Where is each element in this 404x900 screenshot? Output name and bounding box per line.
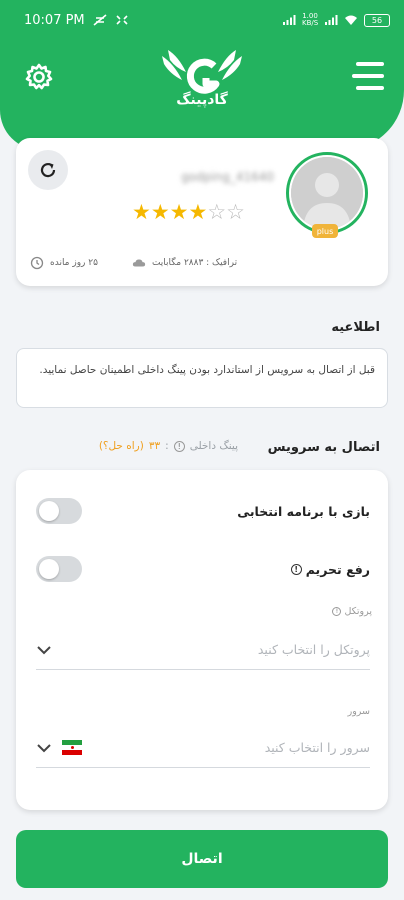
battery-icon: 56 <box>364 13 390 27</box>
info-icon: ! <box>290 563 302 575</box>
battery-level: 56 <box>371 15 383 25</box>
service-title: اتصال به سرویس <box>267 440 380 455</box>
star-filled-icon: ★ <box>169 200 189 224</box>
refresh-icon <box>40 162 56 178</box>
info-card: قبل از اتصال به سرویس از استاندارد بودن … <box>16 348 388 408</box>
account-meta: ۲۵ روز مانده ترافیک : ۲۸۸۳ مگابایت <box>30 254 250 272</box>
protocol-select-controls <box>36 644 52 656</box>
network-icon <box>93 14 107 26</box>
traffic: ترافیک : ۲۸۸۳ مگابایت <box>151 258 238 268</box>
server-select-controls <box>36 739 82 756</box>
cloud-icon <box>132 259 146 267</box>
wifi-icon <box>345 15 357 25</box>
unblock-toggle[interactable] <box>36 556 82 582</box>
server-select[interactable]: سرور را انتخاب کنید <box>36 728 370 768</box>
avatar <box>286 152 368 234</box>
info-icon: ! <box>332 607 342 616</box>
protocol-caption-group: پروتکل ! <box>308 606 372 617</box>
star-filled-icon: ★ <box>150 200 170 224</box>
toggle-knob <box>39 501 59 521</box>
menu-icon-bar <box>356 86 384 90</box>
status-bar: 10:07 PM 1.00 KB/S 56 <box>0 0 404 40</box>
server-placeholder: سرور را انتخاب کنید <box>264 740 370 755</box>
ping-separator: : <box>165 440 169 452</box>
game-toggle-label: بازی با برنامه انتخابی <box>237 503 370 519</box>
protocol-select[interactable]: پروتکل را انتخاب کنید <box>36 630 370 670</box>
app-name: گادپینگ <box>176 92 228 108</box>
ping-value: ۳۳ <box>148 440 161 452</box>
profile-card: godping_41640 ★★★★☆☆ plus ۲۵ روز مانده ت… <box>16 138 388 286</box>
toggle-knob <box>39 559 59 579</box>
ping-label: پینگ داخلی <box>189 440 238 452</box>
call-icon <box>116 15 128 25</box>
signal-icon-2 <box>325 15 338 25</box>
settings-button[interactable] <box>24 62 54 92</box>
star-filled-icon: ★ <box>188 200 208 224</box>
user-icon <box>291 157 363 229</box>
chevron-down-icon <box>37 645 51 654</box>
menu-icon-bar <box>356 62 384 66</box>
unblock-toggle-label-group: رفع تحریم ! <box>290 561 370 577</box>
clock-icon <box>30 256 44 270</box>
server-caption: سرور <box>347 706 370 717</box>
protocol-placeholder: پروتکل را انتخاب کنید <box>257 642 370 657</box>
star-empty-icon: ☆ <box>207 200 227 224</box>
gear-icon <box>25 63 53 90</box>
signal-icon <box>283 15 296 25</box>
star-empty-icon: ☆ <box>226 200 245 224</box>
rating-stars: ★★★★☆☆ <box>132 200 272 224</box>
ping-help-link[interactable]: (راه حل؟) <box>99 440 144 452</box>
username: godping_41640 <box>181 170 274 184</box>
chevron-down-icon <box>37 743 51 752</box>
star-filled-icon: ★ <box>132 200 151 224</box>
unblock-toggle-label: رفع تحریم <box>305 561 370 577</box>
protocol-caption: پروتکل <box>344 606 372 617</box>
game-toggle-row: بازی با برنامه انتخابی <box>36 496 370 526</box>
unblock-toggle-row: رفع تحریم ! <box>36 554 370 584</box>
iran-flag-icon <box>62 739 82 756</box>
game-toggle[interactable] <box>36 498 82 524</box>
ping-row: پینگ داخلی ! : ۳۳ (راه حل؟) <box>24 440 238 452</box>
connect-button[interactable]: اتصال <box>16 830 388 888</box>
info-title: اطلاعیه <box>331 320 380 335</box>
days-left: ۲۵ روز مانده <box>50 258 98 268</box>
info-icon: ! <box>173 440 185 452</box>
refresh-button[interactable] <box>28 150 68 190</box>
menu-button[interactable] <box>352 62 384 90</box>
menu-icon-bar <box>352 74 384 78</box>
status-time: 10:07 PM <box>24 12 85 28</box>
service-card: بازی با برنامه انتخابی رفع تحریم ! پروتک… <box>16 470 388 810</box>
data-speed: 1.00 KB/S <box>302 12 319 27</box>
plus-badge: plus <box>312 224 338 238</box>
